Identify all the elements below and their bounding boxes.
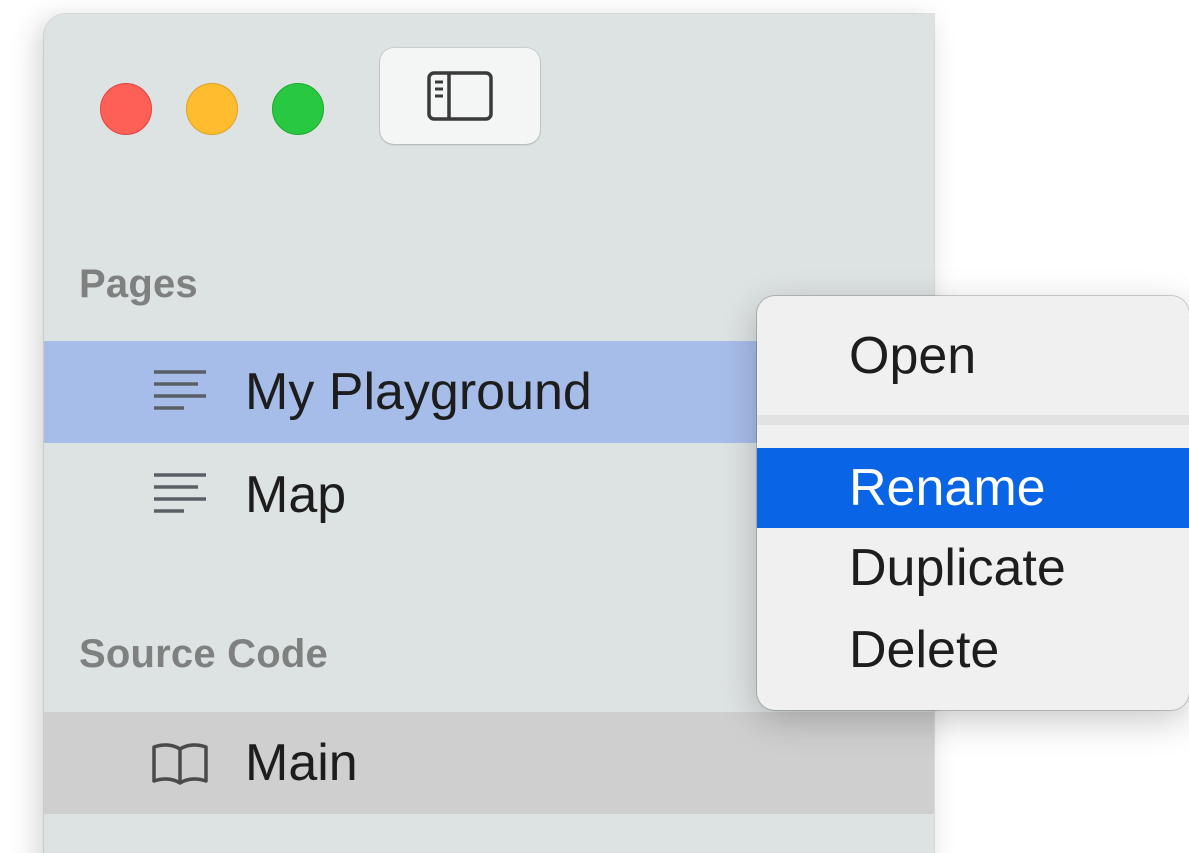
menu-item-rename[interactable]: Rename — [757, 448, 1189, 528]
zoom-window-button[interactable] — [272, 83, 324, 135]
text-lines-icon — [148, 463, 212, 527]
context-menu: Open Rename Duplicate Delete — [757, 296, 1189, 710]
sidebar-item-label: Main — [245, 734, 358, 792]
section-header-pages: Pages — [79, 262, 198, 306]
sidebar-item-main[interactable]: Main — [44, 712, 934, 814]
menu-separator — [757, 415, 1189, 425]
book-icon — [148, 731, 212, 795]
sidebar-item-label: My Playground — [245, 363, 592, 421]
menu-item-open[interactable]: Open — [757, 316, 1189, 396]
menu-item-delete[interactable]: Delete — [757, 610, 1189, 690]
sidebar-toggle-button[interactable] — [380, 48, 540, 144]
close-window-button[interactable] — [100, 83, 152, 135]
text-lines-icon — [148, 360, 212, 424]
minimize-window-button[interactable] — [186, 83, 238, 135]
sidebar-toggle-icon — [427, 71, 493, 121]
section-header-source-code: Source Code — [79, 632, 328, 676]
sidebar-item-label: Map — [245, 466, 347, 524]
menu-item-duplicate[interactable]: Duplicate — [757, 528, 1189, 608]
screen: Pages My Playground Map Source Code Main… — [0, 0, 1189, 853]
